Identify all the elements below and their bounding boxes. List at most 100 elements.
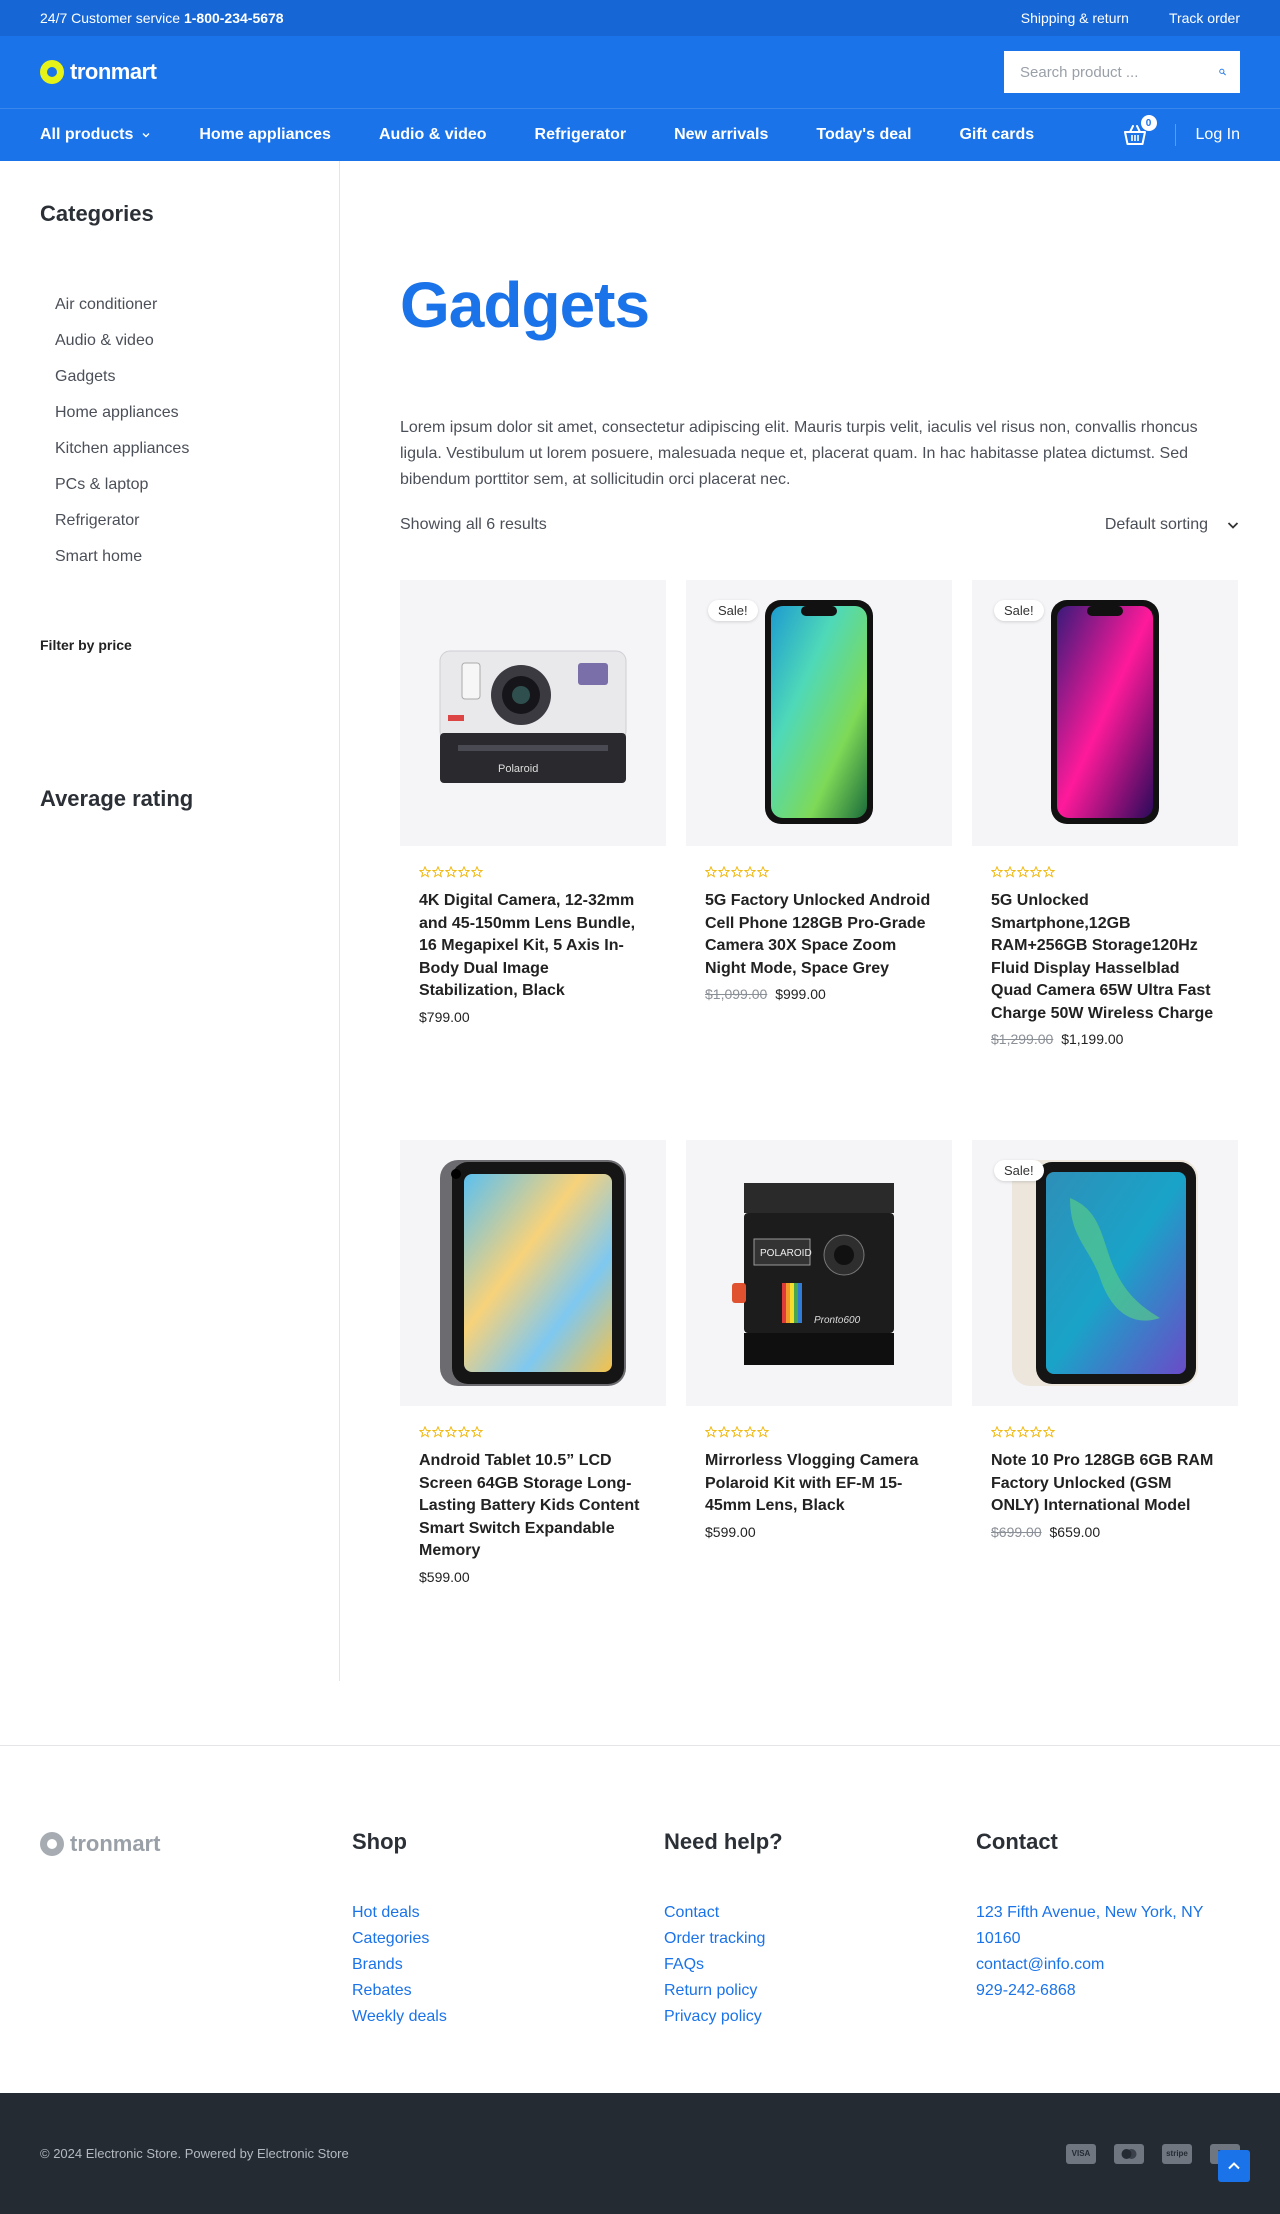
product-name[interactable]: Note 10 Pro 128GB 6GB RAM Factory Unlock… [991,1450,1219,1518]
nav-gift-cards[interactable]: Gift cards [959,126,1034,144]
product-card[interactable]: Sale! [972,1140,1238,1620]
star-icon [458,1426,470,1438]
search-input[interactable] [1020,63,1219,81]
product-card[interactable]: Sale! [686,580,952,1140]
star-icon [419,866,431,878]
logo-icon [40,60,64,84]
footer-phone[interactable]: 929-242-6868 [976,1978,1240,2004]
product-name[interactable]: Mirrorless Vlogging Camera Polaroid Kit … [705,1450,933,1518]
footer-help-column: Need help? Contact Order tracking FAQs R… [664,1828,976,2093]
footer-email[interactable]: contact@info.com [976,1952,1240,1978]
product-current-price: $659.00 [1049,1523,1101,1540]
star-icon [1017,1426,1029,1438]
product-name[interactable]: 5G Factory Unlocked Android Cell Phone 1… [705,890,933,980]
nav-all-products[interactable]: All products [40,126,151,144]
star-icon [445,1426,457,1438]
category-item[interactable]: Gadgets [55,359,339,395]
customer-service-label: 24/7 Customer service [40,10,181,26]
logo-text: tronmart [70,59,157,84]
product-card[interactable]: POLAROID Pronto600 Mirrorless Vlogging C… [686,1140,952,1620]
star-icon [1017,866,1029,878]
star-icon [1030,1426,1042,1438]
customer-service: 24/7 Customer service 1-800-234-5678 [40,10,284,26]
stripe-icon: stripe [1162,2143,1192,2164]
star-icon [718,866,730,878]
product-current-price: $599.00 [705,1523,756,1540]
category-item[interactable]: Smart home [55,539,339,575]
payment-methods: VISA stripe Pay [1066,2143,1240,2164]
sale-badge: Sale! [994,600,1044,621]
footer-bottom: © 2024 Electronic Store. Powered by Elec… [0,2093,1280,2214]
search-icon[interactable] [1219,64,1226,80]
product-current-price: $599.00 [419,1568,470,1585]
product-content: Gadgets Lorem ipsum dolor sit amet, cons… [340,161,1240,1681]
footer-link[interactable]: FAQs [664,1952,976,1978]
footer-link[interactable]: Return policy [664,1978,976,2004]
cart-button[interactable]: 0 [1121,115,1157,149]
category-item[interactable]: Audio & video [55,323,339,359]
nav-todays-deal[interactable]: Today's deal [816,126,911,144]
category-list: Air conditioner Audio & video Gadgets Ho… [55,287,339,575]
shipping-return-link[interactable]: Shipping & return [1021,10,1129,26]
category-item[interactable]: Air conditioner [55,287,339,323]
product-image[interactable] [400,1140,666,1406]
star-icon [731,1426,743,1438]
product-price: $599.00 [419,1569,647,1585]
customer-service-phone[interactable]: 1-800-234-5678 [184,10,284,26]
category-item[interactable]: PCs & laptop [55,467,339,503]
nav-audio-video[interactable]: Audio & video [379,126,487,144]
product-image[interactable]: Sale! [972,580,1238,846]
footer-link[interactable]: Rebates [352,1978,664,2004]
back-to-top-button[interactable] [1218,2150,1250,2182]
category-item[interactable]: Home appliances [55,395,339,431]
chevron-down-icon [1227,522,1239,529]
sort-select-label: Default sorting [1104,516,1208,533]
product-card[interactable]: Sale! [972,580,1238,1140]
star-icon [1030,866,1042,878]
product-image[interactable]: Sale! [686,580,952,846]
product-image[interactable]: Polaroid [400,580,666,846]
product-name[interactable]: 4K Digital Camera, 12-32mm and 45-150mm … [419,890,647,1003]
footer-link[interactable]: Order tracking [664,1926,976,1952]
star-icon [471,866,483,878]
footer-logo[interactable]: tronmart [40,1830,352,1858]
product-name[interactable]: 5G Unlocked Smartphone,12GB RAM+256GB St… [991,890,1219,1025]
sort-select[interactable]: Default sorting [1105,516,1240,534]
footer-address[interactable]: 123 Fifth Avenue, New York, NY 10160 [976,1900,1240,1952]
category-item[interactable]: Kitchen appliances [55,431,339,467]
nav-refrigerator[interactable]: Refrigerator [535,126,627,144]
star-icon [991,1426,1003,1438]
product-card[interactable]: Polaroid 4K Digital Camera, 12-32mm and … [400,580,666,1140]
category-item[interactable]: Refrigerator [55,503,339,539]
star-icon [445,866,457,878]
track-order-link[interactable]: Track order [1169,10,1240,26]
star-icon [1004,1426,1016,1438]
star-icon [718,1426,730,1438]
star-icon [757,1426,769,1438]
footer-top: tronmart Shop Hot deals Categories Brand… [0,1745,1280,2093]
search-box [1004,51,1240,93]
product-current-price: $1,199.00 [1061,1031,1124,1047]
footer-link[interactable]: Weekly deals [352,2004,664,2030]
footer-link[interactable]: Brands [352,1952,664,1978]
mastercard-icon [1114,2143,1144,2164]
login-link[interactable]: Log In [1196,126,1240,144]
chevron-up-icon [1228,2162,1240,2170]
product-name[interactable]: Android Tablet 10.5” LCD Screen 64GB Sto… [419,1450,647,1563]
footer-link[interactable]: Hot deals [352,1900,664,1926]
product-price: $699.00 $659.00 [991,1524,1219,1540]
product-card[interactable]: Android Tablet 10.5” LCD Screen 64GB Sto… [400,1140,666,1620]
nav-home-appliances[interactable]: Home appliances [199,126,331,144]
smartphone-icon [1051,600,1159,824]
product-price: $599.00 [705,1524,933,1540]
footer-link[interactable]: Privacy policy [664,2004,976,2030]
product-image[interactable]: POLAROID Pronto600 [686,1140,952,1406]
sale-badge: Sale! [708,600,758,621]
product-image[interactable]: Sale! [972,1140,1238,1406]
star-icon [1043,1426,1055,1438]
footer-link[interactable]: Categories [352,1926,664,1952]
footer-logo-text: tronmart [70,1831,161,1856]
nav-new-arrivals[interactable]: New arrivals [674,126,768,144]
footer-link[interactable]: Contact [664,1900,976,1926]
site-logo[interactable]: tronmart [40,59,157,85]
